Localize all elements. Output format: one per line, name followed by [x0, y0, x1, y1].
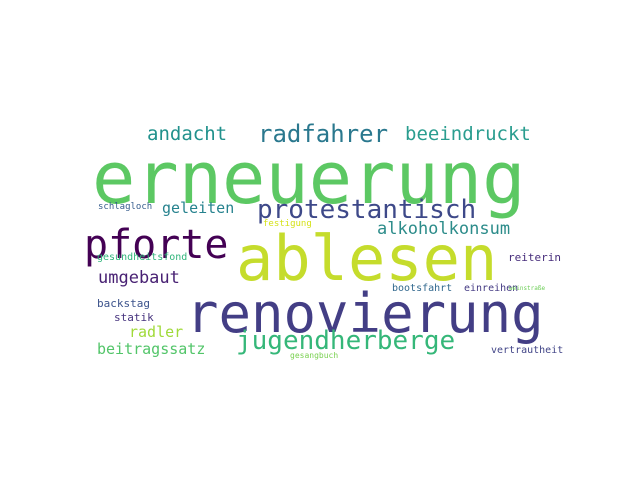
word-bootsfahrt: bootsfahrt	[392, 283, 453, 294]
word-beeindruckt: beeindruckt	[405, 123, 531, 145]
word-geleiten: geleiten	[162, 199, 235, 217]
word-reiterin: reiterin	[508, 251, 561, 264]
word-radfahrer: radfahrer	[258, 120, 389, 148]
word-schlagloch: schlagloch	[98, 202, 153, 212]
word-jugendherberge: jugendherberge	[236, 326, 456, 356]
word-radler: radler	[129, 323, 184, 341]
word-beitragssatz: beitragssatz	[97, 340, 206, 358]
word-vertrautheit: vertrautheit	[491, 345, 564, 356]
word-umgebaut: umgebaut	[98, 268, 180, 288]
word-cloud: erneuerung ablesen renovierung pforte pr…	[0, 0, 640, 480]
word-statik: statik	[114, 311, 154, 324]
word-alkoholkonsum: alkoholkonsum	[377, 219, 511, 239]
word-festigung: festigung	[263, 219, 312, 229]
word-backstag: backstag	[97, 297, 150, 310]
word-andacht: andacht	[147, 123, 228, 145]
word-weinstrasse: weinstraße	[509, 285, 546, 292]
word-gesangbuch: gesangbuch	[290, 351, 339, 360]
word-gesundheitsfond: gesundheitsfond	[97, 252, 188, 263]
